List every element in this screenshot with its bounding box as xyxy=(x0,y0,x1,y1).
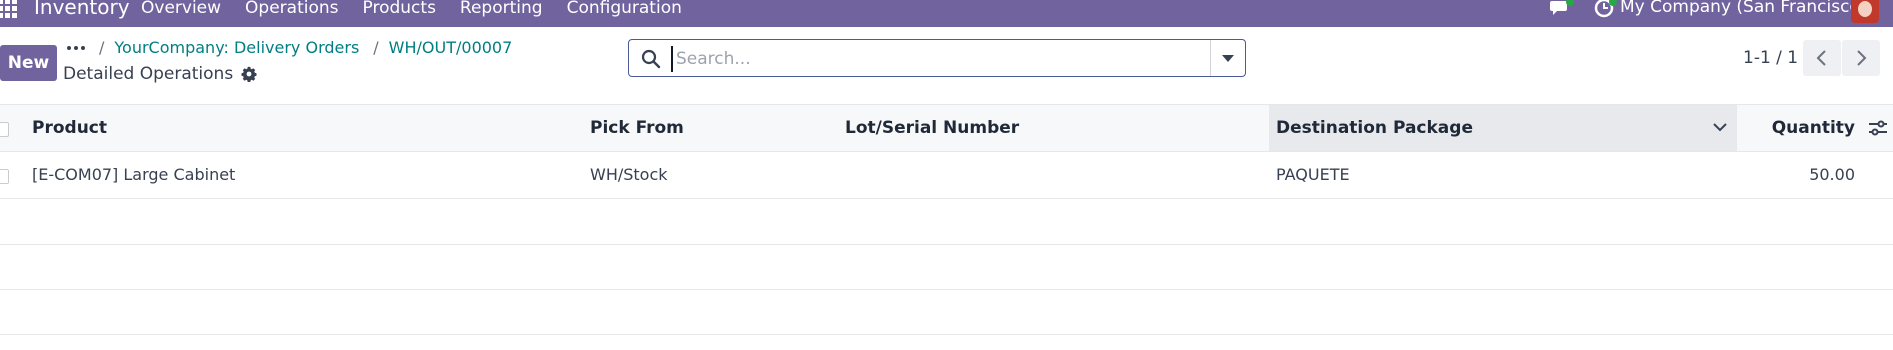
menu-item-operations[interactable]: Operations xyxy=(245,0,338,18)
menu-item-products[interactable]: Products xyxy=(363,0,436,18)
chevron-left-icon xyxy=(1816,50,1826,66)
avatar[interactable] xyxy=(1851,0,1879,23)
breadcrumb-delivery-orders[interactable]: YourCompany: Delivery Orders xyxy=(114,38,359,57)
app-name[interactable]: Inventory xyxy=(34,0,130,19)
cell-quantity[interactable]: 50.00 xyxy=(1809,152,1855,198)
empty-row xyxy=(0,199,1893,245)
menu-item-overview[interactable]: Overview xyxy=(141,0,221,18)
breadcrumb-separator: / xyxy=(373,38,379,57)
column-header-lot-serial[interactable]: Lot/Serial Number xyxy=(845,105,1019,151)
ellipsis-icon[interactable] xyxy=(67,42,85,54)
column-header-destination-package[interactable]: Destination Package xyxy=(1269,105,1737,151)
column-header-pick-from[interactable]: Pick From xyxy=(590,105,684,151)
top-navbar: Inventory Overview Operations Products R… xyxy=(0,0,1893,27)
chevron-right-icon xyxy=(1857,50,1867,66)
table-header: Product Pick From Lot/Serial Number Dest… xyxy=(0,104,1893,152)
chevron-down-icon[interactable] xyxy=(1713,122,1727,132)
row-checkbox[interactable] xyxy=(0,169,9,184)
column-header-destination-package-label: Destination Package xyxy=(1276,118,1473,138)
cell-destination-package[interactable]: PAQUETE xyxy=(1276,152,1350,198)
breadcrumb-record[interactable]: WH/OUT/00007 xyxy=(389,38,513,57)
column-header-quantity[interactable]: Quantity xyxy=(1772,105,1855,151)
select-all-checkbox[interactable] xyxy=(0,122,9,137)
cell-product[interactable]: [E-COM07] Large Cabinet xyxy=(32,152,235,198)
company-switcher[interactable]: My Company (San Francisco) xyxy=(1620,0,1866,17)
breadcrumb: / YourCompany: Delivery Orders / WH/OUT/… xyxy=(67,38,512,57)
page-title-text: Detailed Operations xyxy=(63,64,234,84)
pager-previous-button[interactable] xyxy=(1803,40,1841,76)
gear-icon[interactable] xyxy=(241,66,257,82)
menu-item-reporting[interactable]: Reporting xyxy=(460,0,543,18)
main-menu: Overview Operations Products Reporting C… xyxy=(141,0,682,18)
column-header-product[interactable]: Product xyxy=(32,105,107,151)
search-bar xyxy=(628,39,1246,77)
sliders-icon[interactable] xyxy=(1868,120,1888,136)
table-row[interactable]: [E-COM07] Large Cabinet WH/Stock PAQUETE… xyxy=(0,152,1893,199)
activity-clock-icon[interactable] xyxy=(1594,0,1618,19)
cell-pick-from[interactable]: WH/Stock xyxy=(590,152,668,198)
chat-icon[interactable] xyxy=(1550,0,1574,18)
pager-next-button[interactable] xyxy=(1842,40,1880,76)
search-input[interactable] xyxy=(671,46,1198,72)
empty-row xyxy=(0,290,1893,335)
pager-value[interactable]: 1-1 / 1 xyxy=(1743,48,1798,68)
search-icon[interactable] xyxy=(641,49,661,69)
empty-row xyxy=(0,245,1893,290)
breadcrumb-separator: / xyxy=(99,38,105,57)
page-title: Detailed Operations xyxy=(63,64,257,84)
new-button[interactable]: New xyxy=(0,45,57,81)
operations-table: Product Pick From Lot/Serial Number Dest… xyxy=(0,104,1893,335)
apps-grid-icon[interactable] xyxy=(0,0,20,18)
caret-down-icon[interactable] xyxy=(1210,40,1245,76)
menu-item-configuration[interactable]: Configuration xyxy=(567,0,682,18)
systray: My Company (San Francisco) xyxy=(1550,0,1893,23)
